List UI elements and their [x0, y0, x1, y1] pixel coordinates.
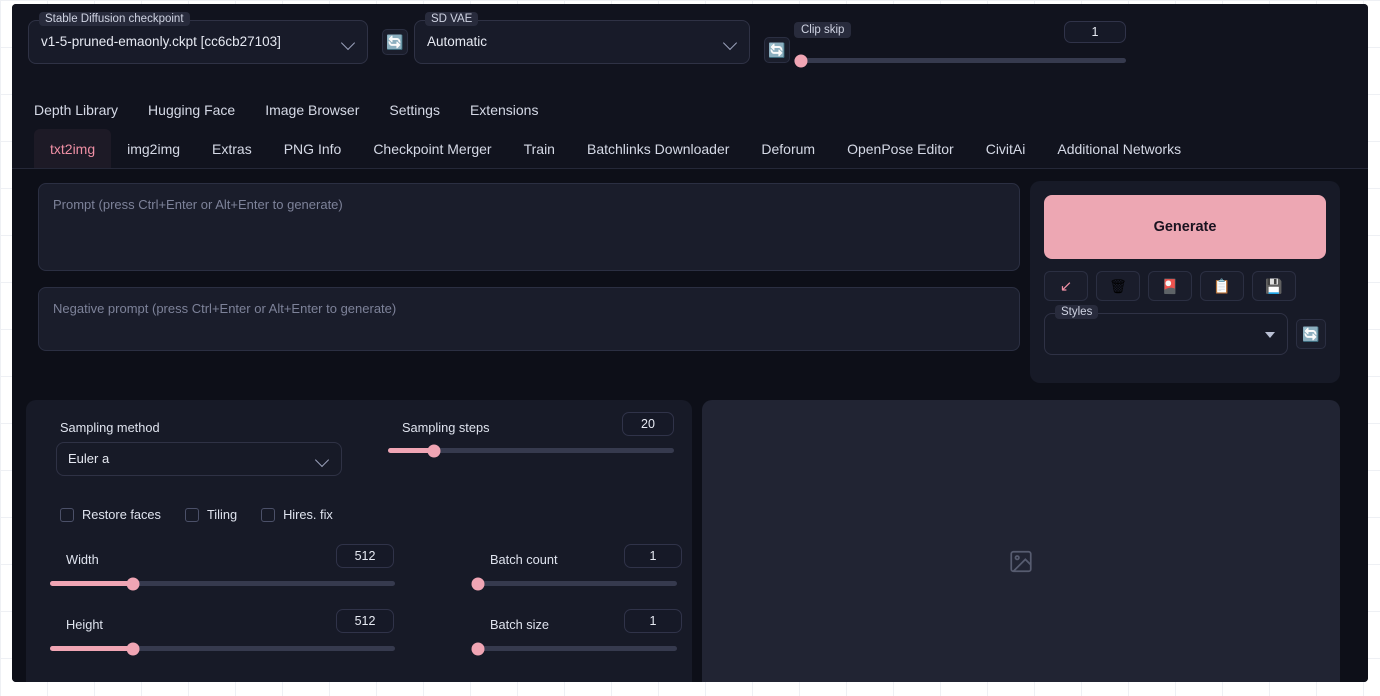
batch-size-slider[interactable]: [472, 646, 677, 651]
sd-vae-label: SD VAE: [425, 12, 478, 26]
sampling-method-select[interactable]: Euler a: [56, 442, 342, 476]
secondary-nav-tabs: Depth Library Hugging Face Image Browser…: [12, 90, 1368, 129]
batch-size-value[interactable]: 1: [624, 609, 682, 633]
clip-skip-value[interactable]: 1: [1064, 21, 1126, 43]
clip-skip-label: Clip skip: [794, 22, 851, 38]
refresh-icon: 🔄: [1302, 327, 1319, 341]
sampling-method-label: Sampling method: [60, 420, 160, 435]
sampling-steps-label: Sampling steps: [402, 420, 490, 435]
checkpoint-label: Stable Diffusion checkpoint: [39, 12, 190, 26]
restore-progress-button[interactable]: ↙: [1044, 271, 1088, 301]
hires-fix-label: Hires. fix: [283, 507, 333, 522]
batch-count-slider[interactable]: [472, 581, 677, 586]
generate-panel: Generate ↙ 🗑 🎴 📋 💾: [1030, 181, 1340, 383]
clip-skip-control: Clip skip 1: [794, 22, 1124, 68]
restore-faces-label: Restore faces: [82, 507, 161, 522]
tab-openpose-editor[interactable]: OpenPose Editor: [831, 129, 970, 168]
height-slider[interactable]: [50, 646, 395, 651]
show-extra-networks-icon: 🎴: [1161, 278, 1178, 295]
show-extra-networks-button[interactable]: 🎴: [1148, 271, 1192, 301]
sampling-method-value: Euler a: [68, 451, 109, 466]
batch-count-label: Batch count: [490, 552, 558, 567]
tiling-label: Tiling: [207, 507, 237, 522]
save-style-icon: 💾: [1265, 278, 1282, 295]
output-gallery-panel[interactable]: [702, 400, 1340, 682]
nav-tab-hugging-face[interactable]: Hugging Face: [148, 102, 235, 118]
nav-tab-extensions[interactable]: Extensions: [470, 102, 538, 118]
triangle-down-icon: [1265, 332, 1275, 338]
tab-png-info[interactable]: PNG Info: [268, 129, 358, 168]
txt2img-body: Prompt (press Ctrl+Enter or Alt+Enter to…: [12, 169, 1368, 682]
sd-vae-select[interactable]: SD VAE Automatic: [414, 20, 750, 64]
tab-train[interactable]: Train: [508, 129, 571, 168]
width-value[interactable]: 512: [336, 544, 394, 568]
generate-button[interactable]: Generate: [1044, 195, 1326, 259]
clip-skip-slider[interactable]: [794, 58, 1126, 63]
chevron-down-icon: [317, 454, 329, 466]
toggles-row: Restore faces Tiling Hires. fix: [60, 507, 333, 522]
clear-prompt-icon: 🗑: [1109, 278, 1127, 295]
height-label: Height: [66, 617, 103, 632]
refresh-icon: 🔄: [386, 35, 403, 49]
batch-size-label: Batch size: [490, 617, 549, 632]
tiling-checkbox[interactable]: Tiling: [185, 507, 237, 522]
styles-row: Styles 🔄: [1044, 313, 1326, 355]
checkpoint-value: v1-5-pruned-emaonly.ckpt [cc6cb27103]: [41, 34, 281, 49]
tab-civitai[interactable]: CivitAi: [970, 129, 1042, 168]
page-root: Stable Diffusion checkpoint v1-5-pruned-…: [0, 0, 1380, 696]
refresh-styles-button[interactable]: 🔄: [1296, 319, 1326, 349]
apply-style-icon: 📋: [1213, 278, 1230, 295]
restore-faces-checkbox[interactable]: Restore faces: [60, 507, 161, 522]
refresh-icon: 🔄: [768, 43, 785, 57]
prompt-input[interactable]: Prompt (press Ctrl+Enter or Alt+Enter to…: [38, 183, 1020, 271]
nav-tab-image-browser[interactable]: Image Browser: [265, 102, 359, 118]
refresh-checkpoint-button[interactable]: 🔄: [382, 29, 408, 55]
sampling-steps-slider[interactable]: [388, 448, 674, 453]
main-tab-bar: txt2img img2img Extras PNG Info Checkpoi…: [12, 129, 1368, 169]
restore-progress-icon: ↙: [1060, 277, 1073, 295]
refresh-vae-button[interactable]: 🔄: [764, 37, 790, 63]
prompt-tools-row: ↙ 🗑 🎴 📋 💾: [1044, 271, 1326, 301]
tab-deforum[interactable]: Deforum: [745, 129, 831, 168]
tab-txt2img[interactable]: txt2img: [34, 129, 111, 168]
checkbox-box: [261, 508, 275, 522]
tab-checkpoint-merger[interactable]: Checkpoint Merger: [357, 129, 507, 168]
width-label: Width: [66, 552, 99, 567]
chevron-down-icon: [343, 37, 355, 49]
tab-batchlinks-downloader[interactable]: Batchlinks Downloader: [571, 129, 745, 168]
webui-app-window: Stable Diffusion checkpoint v1-5-pruned-…: [12, 4, 1368, 682]
sampling-steps-value[interactable]: 20: [622, 412, 674, 436]
sd-vae-value: Automatic: [427, 34, 487, 49]
clear-prompt-button[interactable]: 🗑: [1096, 271, 1140, 301]
height-value[interactable]: 512: [336, 609, 394, 633]
top-settings-bar: Stable Diffusion checkpoint v1-5-pruned-…: [12, 4, 1368, 90]
hires-fix-checkbox[interactable]: Hires. fix: [261, 507, 333, 522]
chevron-down-icon: [725, 37, 737, 49]
checkbox-box: [185, 508, 199, 522]
prompt-column: Prompt (press Ctrl+Enter or Alt+Enter to…: [38, 183, 1020, 351]
image-placeholder-icon: [1008, 549, 1034, 580]
batch-count-value[interactable]: 1: [624, 544, 682, 568]
tab-img2img[interactable]: img2img: [111, 129, 196, 168]
styles-select[interactable]: Styles: [1044, 313, 1288, 355]
negative-prompt-input[interactable]: Negative prompt (press Ctrl+Enter or Alt…: [38, 287, 1020, 351]
checkpoint-select[interactable]: Stable Diffusion checkpoint v1-5-pruned-…: [28, 20, 368, 64]
apply-style-button[interactable]: 📋: [1200, 271, 1244, 301]
nav-tab-settings[interactable]: Settings: [389, 102, 440, 118]
nav-tab-depth-library[interactable]: Depth Library: [34, 102, 118, 118]
save-style-button[interactable]: 💾: [1252, 271, 1296, 301]
tab-extras[interactable]: Extras: [196, 129, 268, 168]
styles-label: Styles: [1055, 305, 1098, 319]
tab-additional-networks[interactable]: Additional Networks: [1041, 129, 1197, 168]
width-slider[interactable]: [50, 581, 395, 586]
generation-settings-panel: Sampling method Euler a Sampling steps 2…: [26, 400, 692, 682]
checkbox-box: [60, 508, 74, 522]
